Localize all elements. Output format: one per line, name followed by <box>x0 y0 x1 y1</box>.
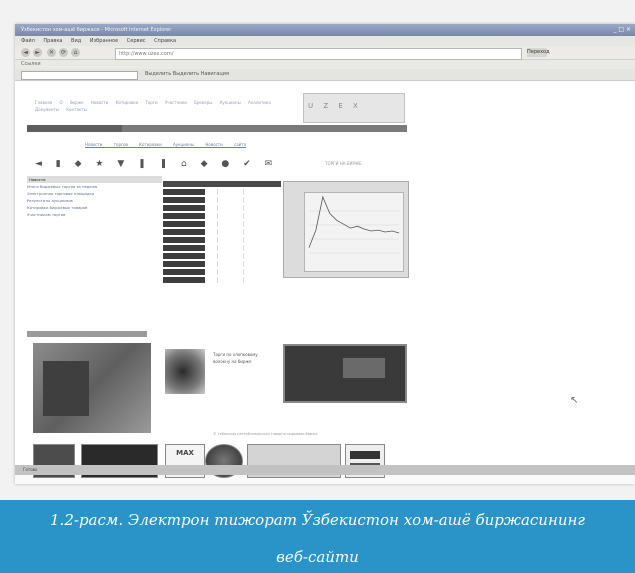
table-row[interactable] <box>163 237 281 243</box>
back-button[interactable]: ◄ <box>21 48 30 57</box>
address-input[interactable] <box>115 48 522 60</box>
table-row[interactable] <box>163 269 281 275</box>
chart-svg <box>308 195 400 254</box>
site-logo[interactable]: U Z E X <box>303 93 405 123</box>
table-row[interactable] <box>163 221 281 227</box>
triangle-icon[interactable]: ▼ <box>117 159 124 169</box>
icon-toolbar: ◄ ▮ ◆ ★ ▼ ❚ ❚ ⌂ ◆ ● ✔ ✉ ТОРГИ НА БИРЖЕ <box>35 158 405 170</box>
table-row[interactable] <box>163 197 281 203</box>
chart-series-line <box>308 195 400 248</box>
figure-caption: 1.2-расм. Электрон тижорат Ўзбекистон хо… <box>0 500 635 573</box>
links-bar: Ссылки <box>15 60 635 69</box>
table-row[interactable] <box>163 245 281 251</box>
house-icon[interactable]: ⌂ <box>181 159 187 169</box>
caption-line-2: веб-сайти <box>276 548 359 566</box>
toolbar2-text[interactable]: Выделить Выделить Навигация <box>145 69 229 80</box>
site-nav[interactable]: Главная О бирже Новости Котировки Торги … <box>35 99 285 121</box>
photo-industrial[interactable] <box>33 343 151 433</box>
site-links-row[interactable]: Новости торгов Котировки Аукционы Новост… <box>85 142 385 147</box>
window-titlebar: Ўзбекистон хом-ашё биржаси - Microsoft I… <box>15 24 635 36</box>
photo-dark[interactable] <box>283 344 407 403</box>
toolbar-search-field[interactable] <box>21 71 138 80</box>
caption-line-1: 1.2-расм. Электрон тижорат Ўзбекистон хо… <box>50 511 585 529</box>
menu-favorites[interactable]: Избранное <box>90 38 118 44</box>
table-row[interactable] <box>163 189 281 195</box>
diamond-icon-2[interactable]: ◆ <box>201 159 208 169</box>
news-link[interactable]: Котировки биржевых товаров <box>27 204 162 211</box>
refresh-button[interactable]: ⟳ <box>59 48 68 57</box>
browser-screenshot: Ўзбекистон хом-ашё биржаси - Microsoft I… <box>15 24 635 484</box>
logo-text: U Z E X <box>308 102 362 110</box>
news-link[interactable]: Результаты аукционов <box>27 197 162 204</box>
photo-dark-inner <box>343 358 385 378</box>
status-bar: Готово <box>15 465 635 475</box>
footer-note: © Узбекская республиканская товарно-сырь… <box>213 432 318 436</box>
photo-round[interactable] <box>165 349 205 394</box>
window-title: Ўзбекистон хом-ашё биржаси - Microsoft I… <box>21 27 172 33</box>
site-menu-bar[interactable] <box>27 125 407 132</box>
menubar: Файл Правка Вид Избранное Сервис Справка <box>15 36 635 46</box>
diamond-icon[interactable]: ◆ <box>75 159 82 169</box>
address-toolbar: ◄ ► ✕ ⟳ ⌂ Переход <box>15 46 635 60</box>
section-divider <box>27 331 147 337</box>
window-controls[interactable]: _ □ × <box>613 26 631 34</box>
news-heading: Новости <box>27 176 162 183</box>
photo-inner <box>43 361 89 416</box>
column-icon-2[interactable]: ❚ <box>160 159 168 169</box>
banner-6-button[interactable] <box>350 451 380 459</box>
table-row[interactable] <box>163 205 281 211</box>
ticker-text: ТОРГИ НА БИРЖЕ <box>325 161 362 166</box>
news-link[interactable]: Электронная торговая площадка <box>27 190 162 197</box>
links-label[interactable]: Ссылки <box>21 61 41 67</box>
menu-file[interactable]: Файл <box>21 38 35 44</box>
chart-plot-area <box>304 192 404 272</box>
menu-help[interactable]: Справка <box>154 38 176 44</box>
arrow-left-icon[interactable]: ◄ <box>35 159 42 169</box>
table-row[interactable] <box>163 253 281 259</box>
stop-button[interactable]: ✕ <box>47 48 56 57</box>
price-chart <box>283 181 409 278</box>
news-link[interactable]: Участникам торгов <box>27 211 162 218</box>
bar-icon[interactable]: ▮ <box>56 159 61 169</box>
go-button[interactable]: Переход <box>527 48 550 57</box>
menu-tools[interactable]: Сервис <box>127 38 146 44</box>
table-row[interactable] <box>163 261 281 267</box>
news-column: Новости Итоги биржевых торгов за неделю … <box>27 176 162 326</box>
news-link[interactable]: Итоги биржевых торгов за неделю <box>27 183 162 190</box>
table-header <box>163 181 281 187</box>
check-icon[interactable]: ✔ <box>243 159 251 169</box>
site-menu-active-tab[interactable] <box>27 125 122 132</box>
circle-icon[interactable]: ● <box>221 159 229 169</box>
menu-view[interactable]: Вид <box>71 38 81 44</box>
menu-edit[interactable]: Правка <box>43 38 62 44</box>
home-button[interactable]: ⌂ <box>71 48 80 57</box>
forward-button[interactable]: ► <box>33 48 42 57</box>
status-text: Готово <box>23 467 38 472</box>
column-icon[interactable]: ❚ <box>138 159 146 169</box>
photo-caption-text[interactable]: Торги по хлопковому волокну на бирже <box>213 351 273 365</box>
table-row[interactable] <box>163 277 281 283</box>
table-row[interactable] <box>163 213 281 219</box>
web-page: Главная О бирже Новости Котировки Торги … <box>15 81 635 478</box>
mail-icon[interactable]: ✉ <box>265 159 273 169</box>
star-icon[interactable]: ★ <box>95 159 103 169</box>
table-row[interactable] <box>163 229 281 235</box>
secondary-toolbar: Выделить Выделить Навигация <box>15 69 635 81</box>
quotes-table <box>163 181 281 301</box>
mouse-cursor-icon: ↖ <box>570 395 579 406</box>
